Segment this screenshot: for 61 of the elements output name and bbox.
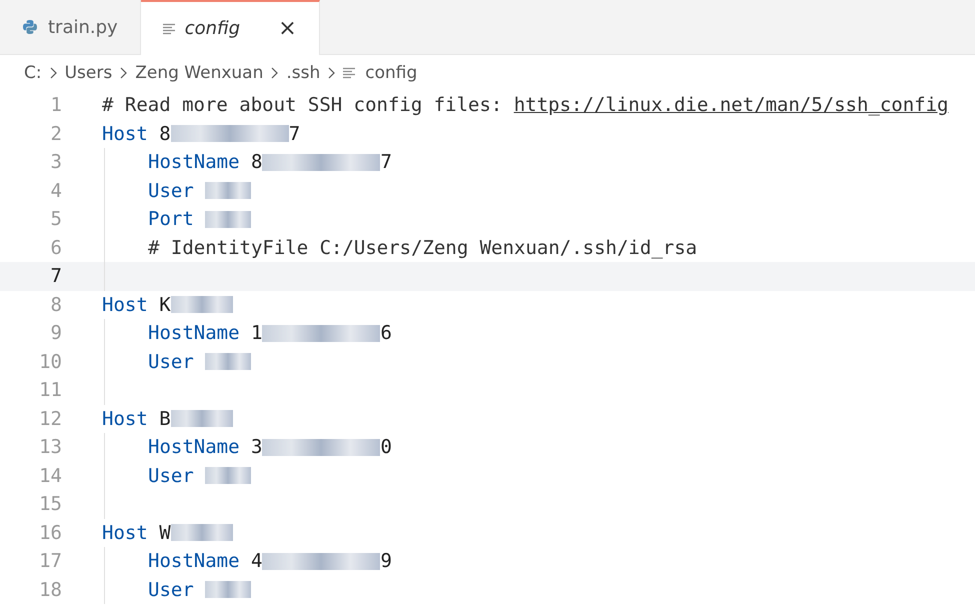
code-keyword: HostName bbox=[148, 322, 240, 344]
chevron-icon bbox=[50, 67, 57, 79]
line-number: 3 bbox=[50, 151, 62, 174]
code-value: B bbox=[159, 408, 171, 430]
chevron-icon bbox=[120, 67, 128, 79]
code-keyword: User bbox=[148, 578, 194, 601]
line-number: 9 bbox=[50, 322, 62, 344]
code-comment: # IdentityFile C:/Users/Zeng Wenxuan/.ssh/id_rsa bbox=[148, 236, 698, 259]
breadcrumb-item[interactable]: Users bbox=[64, 63, 112, 83]
code-keyword: User bbox=[148, 180, 194, 202]
breadcrumb-item[interactable]: .ssh bbox=[286, 63, 320, 83]
code-keyword: Host bbox=[102, 522, 148, 544]
line-number: 12 bbox=[38, 408, 62, 430]
code-value: 9 bbox=[380, 550, 392, 572]
line-number: 18 bbox=[38, 578, 62, 601]
code-value: K bbox=[159, 294, 171, 316]
line-number: 8 bbox=[50, 294, 62, 316]
line-number: 1 bbox=[50, 94, 62, 116]
line-number: 10 bbox=[38, 350, 62, 373]
code-value: W bbox=[159, 522, 171, 544]
code-value: 6 bbox=[380, 322, 392, 344]
line-number: 6 bbox=[50, 236, 62, 259]
code-keyword: Host bbox=[102, 408, 148, 430]
line-number: 5 bbox=[50, 208, 62, 230]
line-number: 13 bbox=[38, 436, 62, 458]
code-keyword: Host bbox=[102, 122, 148, 145]
line-number: 2 bbox=[50, 122, 62, 145]
code-value: 8 bbox=[159, 122, 171, 145]
code-value: 4 bbox=[251, 550, 262, 572]
editor-tab[interactable]: config × bbox=[140, 0, 320, 55]
code-comment: # Read more about SSH config files: https://linux.die.net/man/5/ssh_config bbox=[102, 94, 948, 116]
code-value: 7 bbox=[288, 122, 300, 145]
line-number: 7 bbox=[50, 265, 62, 288]
code-keyword: HostName bbox=[148, 151, 240, 174]
code-keyword: HostName bbox=[148, 550, 240, 572]
document-icon bbox=[162, 22, 175, 34]
chevron-icon bbox=[328, 67, 336, 79]
python-icon bbox=[22, 19, 38, 35]
document-icon bbox=[343, 67, 356, 79]
breadcrumb-item[interactable]: config bbox=[343, 63, 418, 83]
code-value: 8 bbox=[251, 151, 262, 174]
breadcrumb-item[interactable]: Zeng Wenxuan bbox=[135, 63, 264, 83]
chevron-icon bbox=[271, 67, 278, 79]
code-keyword: User bbox=[148, 350, 194, 373]
line-number: 17 bbox=[38, 550, 62, 572]
code-keyword: Port bbox=[148, 208, 194, 230]
code-keyword: HostName bbox=[148, 436, 240, 458]
code-value: 1 bbox=[251, 322, 262, 344]
code-value: 3 bbox=[251, 436, 262, 458]
link[interactable]: https://linux.die.net/man/5/ssh_config bbox=[514, 94, 948, 116]
line-number: 14 bbox=[38, 464, 62, 487]
code-keyword: User bbox=[148, 464, 194, 487]
line-number: 16 bbox=[38, 522, 62, 544]
code-keyword: Host bbox=[102, 294, 148, 316]
line-number: 15 bbox=[38, 493, 62, 516]
line-number: 4 bbox=[50, 180, 62, 202]
line-number: 11 bbox=[38, 379, 62, 402]
close-button[interactable]: × bbox=[278, 16, 297, 41]
breadcrumb-item[interactable]: C: bbox=[24, 63, 42, 83]
code-value: 0 bbox=[380, 436, 392, 458]
code-value: 7 bbox=[380, 151, 392, 174]
